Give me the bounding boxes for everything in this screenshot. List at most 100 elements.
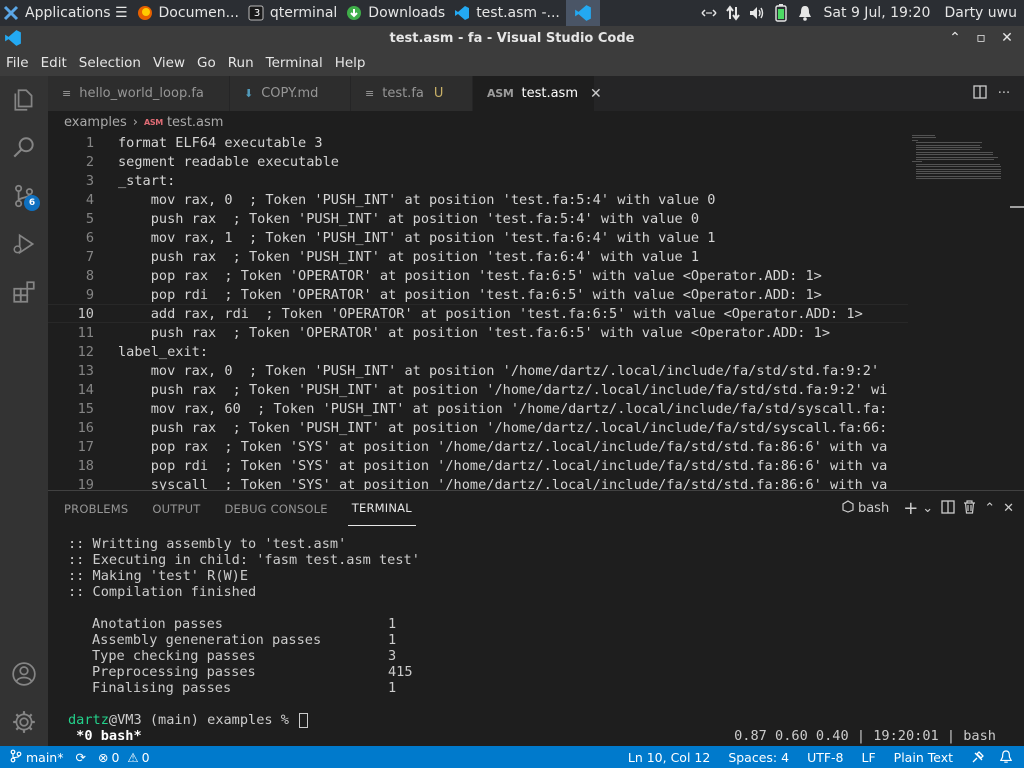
code-line[interactable]: 2 segment readable executable [48,152,908,171]
code-line[interactable]: 19 syscall ; Token 'SYS' at position '/h… [48,475,908,491]
terminal-log-line: :: Executing in child: 'fasm test.asm te… [68,552,420,568]
branch-status[interactable]: main* [0,749,69,766]
terminal-shell-selector[interactable]: bash [858,501,889,516]
cursor-position[interactable]: Ln 10, Col 12 [619,750,719,765]
code-editor[interactable]: 1 format ELF64 executable 3 2 segment reada… [48,133,1024,490]
stat-value: 1 [388,632,397,648]
sync-icon[interactable]: ⟳ [69,750,91,765]
code-line[interactable]: 7 push rax ; Token 'PUSH_INT' at positio… [48,247,908,266]
line-number: 4 [85,191,94,208]
code-line[interactable]: 5 push rax ; Token 'PUSH_INT' at positio… [48,209,908,228]
maximize-panel-icon[interactable]: ⌃ [984,501,995,516]
account-icon[interactable] [0,650,48,698]
code-line[interactable]: 9 pop rdi ; Token 'OPERATOR' at position… [48,285,908,304]
code-line[interactable]: 6 mov rax, 1 ; Token 'PUSH_INT' at posit… [48,228,908,247]
code-line[interactable]: 11 push rax ; Token 'OPERATOR' at positi… [48,323,908,342]
terminal-output[interactable]: :: Writting assembly to 'test.asm':: Exe… [48,526,1024,747]
menu-selection[interactable]: Selection [73,55,147,71]
trash-icon[interactable] [963,499,976,518]
editor-tabs: ≡ hello_world_loop.fa ⬇ COPY.md ≡ test.f… [48,76,1024,111]
code-line[interactable]: 16 push rax ; Token 'PUSH_INT' at positi… [48,418,908,437]
end-of-line[interactable]: LF [853,750,885,765]
split-editor-icon[interactable] [968,84,992,103]
language-mode[interactable]: Plain Text [885,750,962,765]
minimap-line [916,178,1001,180]
code-line[interactable]: 10 add rax, rdi ; Token 'OPERATOR' at po… [48,304,908,323]
tab-terminal[interactable]: TERMINAL [347,491,416,526]
code-line[interactable]: 17 pop rax ; Token 'SYS' at position '/h… [48,437,908,456]
clock[interactable]: Sat 9 Jul, 19:20 [817,5,938,21]
taskbar-item-qterminal[interactable]: 3 qterminal [245,0,343,26]
network-transfer-icon[interactable] [721,0,745,26]
taskbar-applications-menu[interactable]: Applications ☰ [0,0,134,26]
taskbar-item-firefox[interactable]: Documen... [134,0,245,26]
more-actions-icon[interactable]: ··· [992,86,1016,101]
minimap-line [916,147,982,148]
tab-test-asm[interactable]: ASM test.asm ✕ [473,76,602,111]
status-bar: main* ⟳ ⊗ 0 ⚠ 0 Ln 10, Col 12 Spaces: 4 … [0,746,1024,768]
network-share-icon[interactable] [697,0,721,26]
code-line[interactable]: 14 push rax ; Token 'PUSH_INT' at positi… [48,380,908,399]
code-line[interactable]: 4 mov rax, 0 ; Token 'PUSH_INT' at posit… [48,190,908,209]
menu-help[interactable]: Help [329,55,372,71]
taskbar-item-vscode-active[interactable] [565,0,600,26]
settings-gear-icon[interactable] [0,698,48,746]
code-line[interactable]: 13 mov rax, 0 ; Token 'PUSH_INT' at posi… [48,361,908,380]
minimap[interactable] [912,133,1008,193]
code-line[interactable]: 12 label_exit: [48,342,908,361]
code-line[interactable]: 8 pop rax ; Token 'OPERATOR' at position… [48,266,908,285]
untracked-badge: U [433,86,444,101]
menu-edit[interactable]: Edit [35,55,73,71]
taskbar-item-vscode[interactable]: test.asm -... [451,0,566,26]
close-icon[interactable]: ✕ [994,30,1020,46]
line-number: 10 [77,305,94,322]
user-menu[interactable]: Darty uwu [937,5,1024,21]
taskbar-label: qterminal [269,5,338,21]
tab-copy-md[interactable]: ⬇ COPY.md [230,76,351,111]
extensions-icon[interactable] [0,268,48,316]
breadcrumb-folder[interactable]: examples [64,115,127,130]
tab-debug-console[interactable]: DEBUG CONSOLE [220,491,331,526]
chevron-down-icon[interactable]: ⌄ [922,501,933,516]
code-line[interactable]: 18 pop rdi ; Token 'SYS' at position '/h… [48,456,908,475]
problems-status[interactable]: ⊗ 0 ⚠ 0 [92,750,156,765]
run-debug-icon[interactable] [0,220,48,268]
tab-hello-world-loop[interactable]: ≡ hello_world_loop.fa [48,76,230,111]
split-terminal-icon[interactable] [941,499,955,518]
close-panel-icon[interactable]: ✕ [1003,501,1014,516]
new-terminal-icon[interactable]: + [903,498,918,519]
menu-run[interactable]: Run [222,55,260,71]
breadcrumb-file[interactable]: test.asm [167,115,224,130]
menu-view[interactable]: View [147,55,191,71]
code-line[interactable]: 15 mov rax, 60 ; Token 'PUSH_INT' at pos… [48,399,908,418]
notification-bell-icon[interactable] [793,0,817,26]
code-line[interactable]: 3 _start: [48,171,908,190]
battery-icon[interactable] [769,0,793,26]
tab-problems[interactable]: PROBLEMS [60,491,132,526]
maximize-icon[interactable]: ⌃ [942,30,968,46]
minimize-icon[interactable]: ▫ [968,30,994,46]
markdown-download-icon: ⬇ [244,87,254,100]
menu-go[interactable]: Go [191,55,222,71]
editor-scrollbar[interactable] [1010,133,1024,490]
minimap-line [916,154,993,156]
tab-output[interactable]: OUTPUT [148,491,204,526]
feedback-icon[interactable] [962,750,994,764]
search-icon[interactable] [0,124,48,172]
volume-icon[interactable] [745,0,769,26]
error-icon: ⊗ [97,749,109,765]
close-tab-icon[interactable]: ✕ [590,86,602,102]
tab-test-fa[interactable]: ≡ test.fa U [351,76,473,111]
menu-terminal[interactable]: Terminal [260,55,329,71]
menu-file[interactable]: File [0,55,35,71]
stat-label: Type checking passes [92,648,256,664]
taskbar-item-downloads[interactable]: Downloads [343,0,451,26]
explorer-icon[interactable] [0,76,48,124]
code-line[interactable]: 1 format ELF64 executable 3 [48,133,908,152]
indentation[interactable]: Spaces: 4 [719,750,798,765]
line-code: format ELF64 executable 3 [118,134,323,151]
encoding[interactable]: UTF-8 [798,750,852,765]
chevron-right-icon: › [132,114,138,130]
source-control-icon[interactable] [0,172,48,220]
notifications-bell-icon[interactable] [994,750,1024,764]
